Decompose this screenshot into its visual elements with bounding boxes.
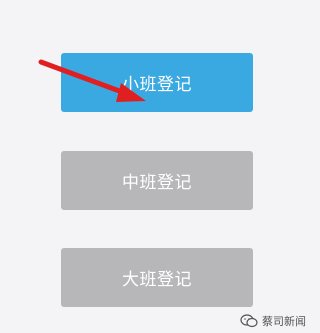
small-class-register-button[interactable]: 小班登记	[61, 53, 253, 112]
middle-class-register-label: 中班登记	[122, 173, 192, 193]
wechat-icon	[240, 314, 258, 328]
watermark: 蔡司新闻	[240, 313, 306, 329]
large-class-register-button[interactable]: 大班登记	[61, 248, 253, 307]
middle-class-register-button[interactable]: 中班登记	[61, 151, 253, 210]
large-class-register-label: 大班登记	[122, 270, 192, 290]
small-class-register-label: 小班登记	[122, 75, 192, 95]
watermark-text: 蔡司新闻	[262, 315, 306, 328]
